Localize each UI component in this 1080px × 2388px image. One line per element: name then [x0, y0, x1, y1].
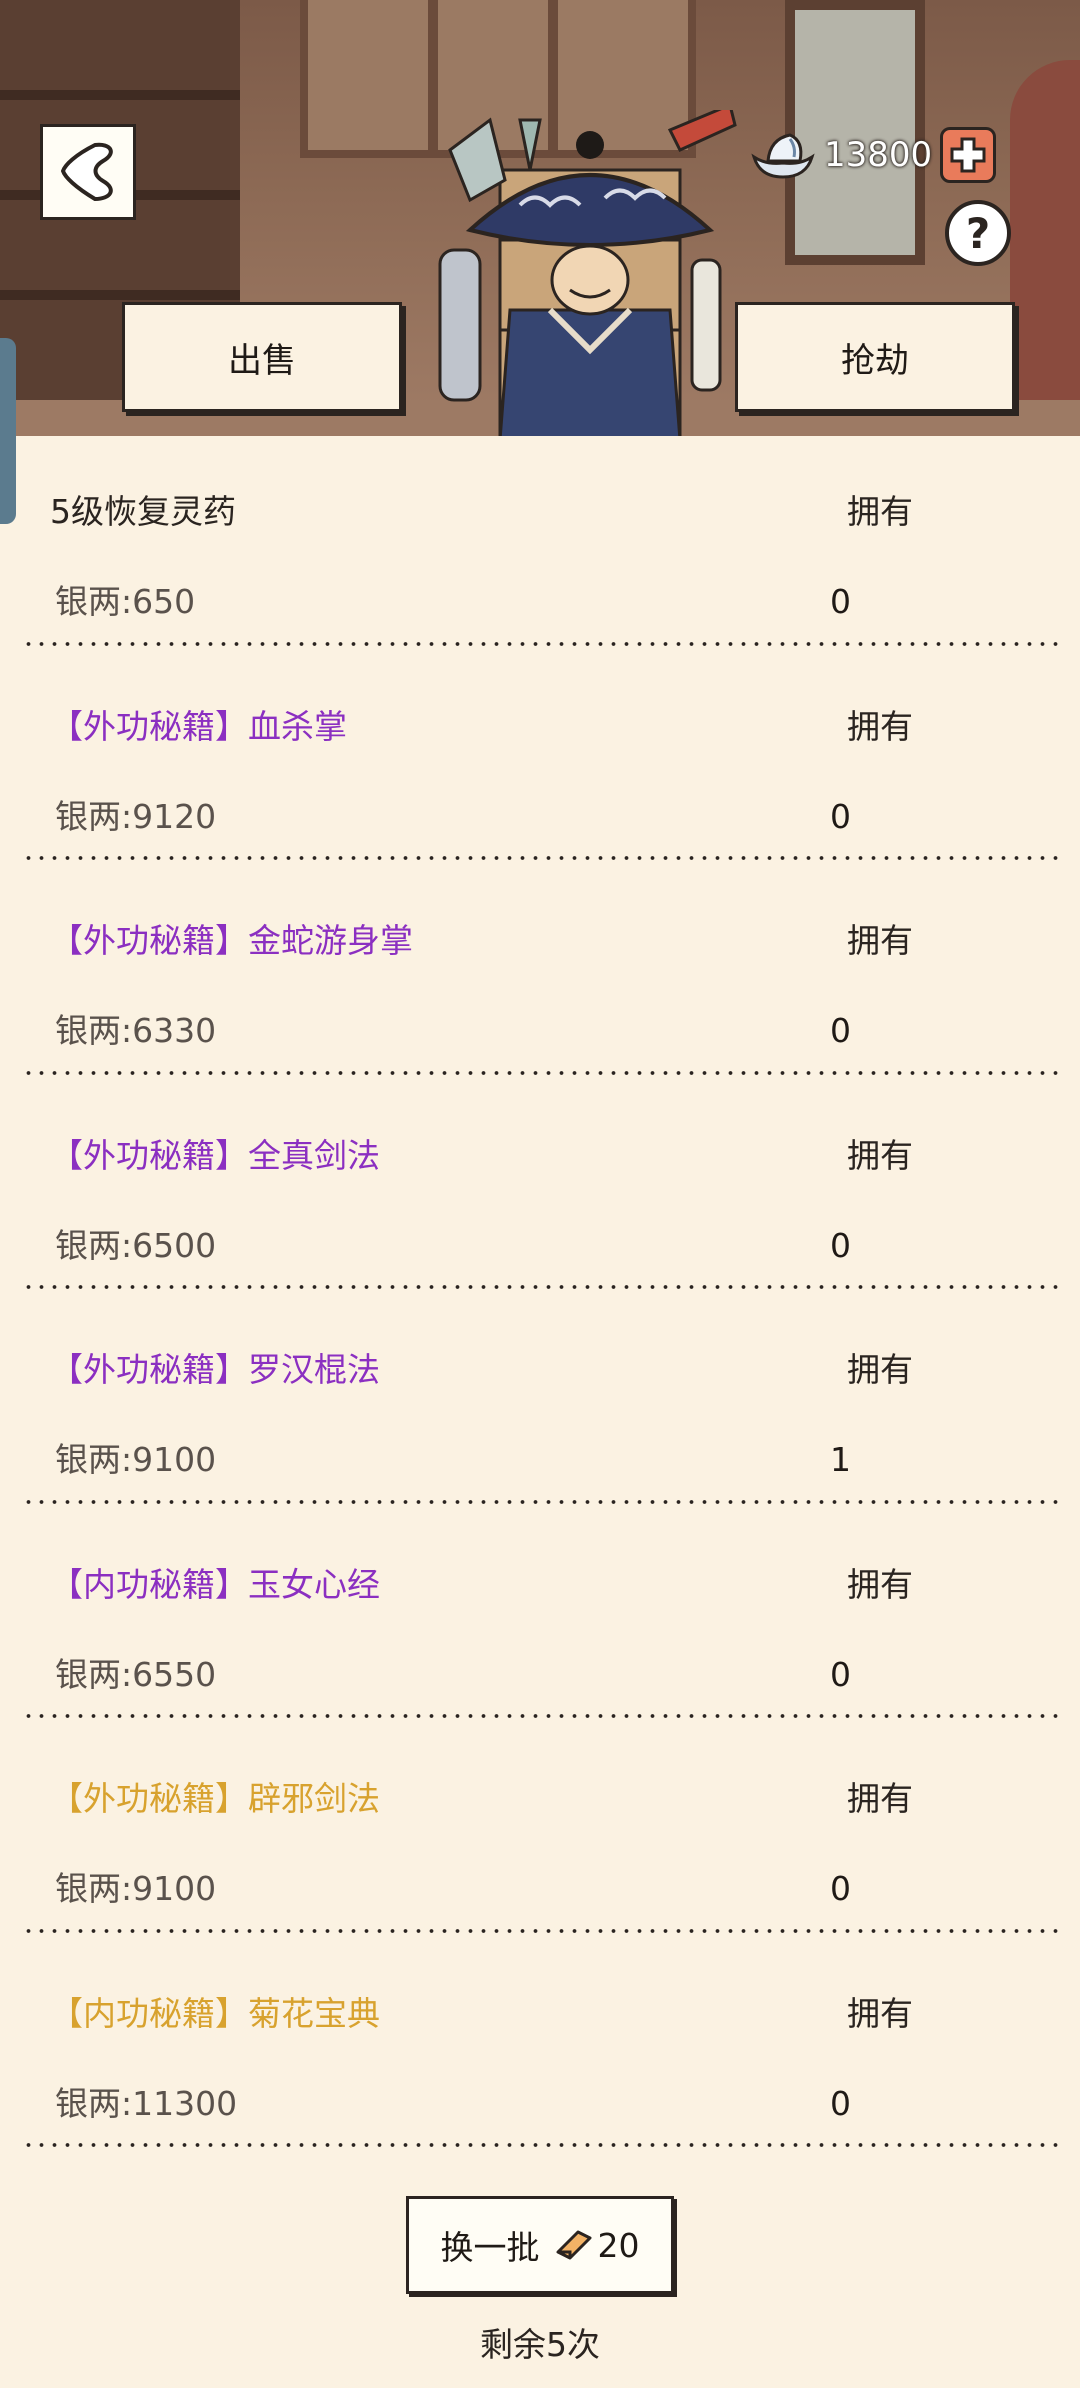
item-owned-count: 0 [830, 1654, 851, 1694]
back-button[interactable] [40, 124, 136, 220]
refresh-batch-button[interactable]: 换一批 20 [406, 2196, 674, 2294]
item-owned-count: 0 [830, 1225, 851, 1265]
item-owned-label: 拥有 [847, 1350, 913, 1389]
back-arrow-icon [61, 142, 113, 201]
item-name: 【内功秘籍】玉女心经 [50, 1564, 380, 1604]
dotted-divider [22, 640, 1058, 647]
sell-button-label: 出售 [228, 340, 296, 381]
item-owned-label: 拥有 [847, 1564, 913, 1604]
item-price: 银两:9100 [55, 1440, 217, 1479]
dotted-divider [22, 855, 1058, 861]
dotted-divider [22, 1498, 1058, 1505]
shop-item-row[interactable]: 【外功秘籍】罗汉棍法 拥有 银两:9100 1 [0, 1294, 1080, 1509]
item-name: 【外功秘籍】全真剑法 [50, 1135, 380, 1175]
item-price: 银两:11300 [55, 2083, 238, 2123]
item-price: 银两:6500 [55, 1225, 217, 1265]
silver-balance: 13800 [750, 120, 997, 190]
item-price: 银两:9100 [55, 1869, 217, 1908]
silver-ingot-icon [751, 133, 815, 179]
refresh-cost-amount: 20 [597, 2225, 640, 2265]
shop-item-row[interactable]: 【内功秘籍】菊花宝典 拥有 银两:11300 0 [0, 1938, 1080, 2153]
dotted-divider [22, 2142, 1058, 2148]
item-owned-label: 拥有 [847, 1993, 913, 2033]
shop-item-row[interactable]: 【外功秘籍】辟邪剑法 拥有 银两:9100 0 [0, 1723, 1080, 1938]
item-price: 银两:650 [55, 582, 196, 621]
shop-item-row[interactable]: 【内功秘籍】玉女心经 拥有 银两:6550 0 [0, 1509, 1080, 1724]
dotted-divider [22, 1069, 1058, 1076]
shop-header-scene: 13800 ? 出售 抢劫 [0, 0, 1080, 436]
item-owned-count: 0 [830, 796, 851, 836]
item-name: 【外功秘籍】辟邪剑法 [50, 1779, 380, 1818]
item-name: 【外功秘籍】罗汉棍法 [50, 1350, 380, 1389]
dotted-divider [22, 1927, 1058, 1934]
item-name: 【外功秘籍】金蛇游身掌 [50, 921, 413, 960]
item-name: 【外功秘籍】血杀掌 [50, 706, 347, 746]
item-owned-count: 0 [830, 1869, 851, 1908]
refresh-label: 换一批 [440, 2228, 540, 2267]
item-owned-count: 0 [830, 1011, 851, 1050]
add-silver-button[interactable] [940, 127, 997, 183]
rob-button[interactable]: 抢劫 [735, 302, 1015, 412]
item-price: 银两:9120 [55, 796, 217, 836]
item-owned-label: 拥有 [847, 1779, 913, 1818]
background-curtain [1010, 60, 1080, 436]
silver-amount: 13800 [824, 135, 933, 175]
item-owned-label: 拥有 [847, 1135, 913, 1175]
item-owned-label: 拥有 [847, 706, 913, 746]
sell-button[interactable]: 出售 [122, 302, 402, 412]
shop-item-list: 5级恢复灵药 拥有 银两:650 0 【外功秘籍】血杀掌 拥有 银两:9120 … [0, 436, 1080, 2152]
item-owned-label: 拥有 [847, 492, 913, 531]
shop-item-row[interactable]: 5级恢复灵药 拥有 银两:650 0 [0, 436, 1080, 651]
help-button[interactable]: ? [945, 200, 1011, 266]
remaining-refreshes: 剩余5次 [480, 2325, 600, 2364]
plus-icon [950, 137, 986, 173]
shop-item-row[interactable]: 【外功秘籍】血杀掌 拥有 银两:9120 0 [0, 651, 1080, 866]
token-icon [556, 2230, 591, 2260]
item-name: 【内功秘籍】菊花宝典 [50, 1993, 380, 2033]
dotted-divider [22, 1713, 1058, 1719]
item-owned-count: 0 [830, 582, 851, 621]
item-name: 5级恢复灵药 [50, 492, 236, 531]
refresh-cost: 20 [554, 2226, 640, 2265]
item-price: 银两:6550 [55, 1654, 217, 1694]
item-price: 银两:6330 [55, 1011, 217, 1050]
help-icon: ? [965, 208, 991, 258]
rob-button-label: 抢劫 [841, 340, 909, 381]
dotted-divider [22, 1284, 1058, 1290]
item-owned-count: 0 [830, 2083, 851, 2123]
merchant-character-illustration [438, 110, 737, 436]
shop-item-row[interactable]: 【外功秘籍】全真剑法 拥有 银两:6500 0 [0, 1080, 1080, 1295]
shop-item-row[interactable]: 【外功秘籍】金蛇游身掌 拥有 银两:6330 0 [0, 865, 1080, 1080]
item-owned-count: 1 [830, 1440, 851, 1479]
item-owned-label: 拥有 [847, 921, 913, 960]
